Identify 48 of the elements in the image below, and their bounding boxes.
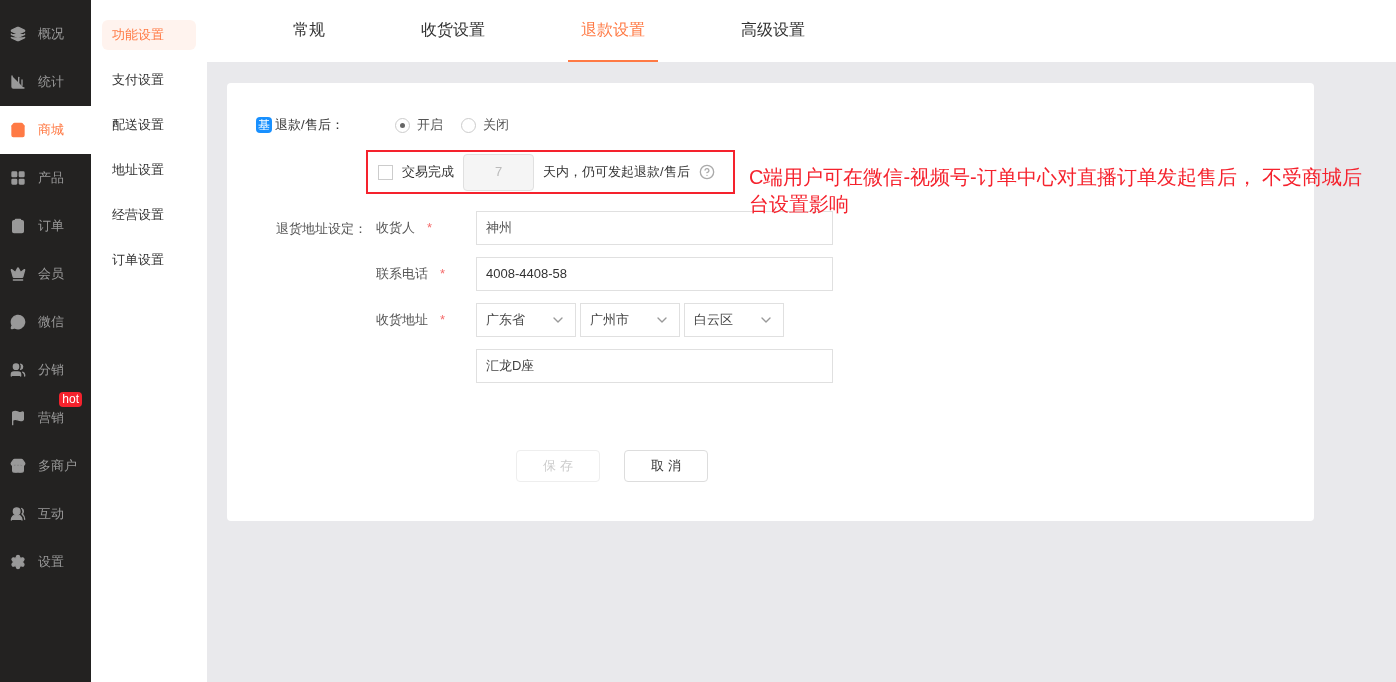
sidebar-item[interactable]: 订单 [0,202,91,250]
help-icon[interactable] [698,164,715,180]
required-mark: * [427,219,433,238]
sidebar-item[interactable]: 多商户 [0,442,91,490]
layers-icon [10,26,26,42]
subnav-item[interactable]: 支付设置 [102,65,196,95]
sidebar-item[interactable]: 设置 [0,538,91,586]
sidebar-item[interactable]: 互动 [0,490,91,538]
sidebar-item[interactable]: 概况 [0,10,91,58]
cancel-button[interactable]: 取 消 [624,450,708,482]
required-mark: * [440,265,446,284]
chat-icon [10,314,26,330]
sidebar-item[interactable]: 营销 [0,407,91,442]
subnav-item[interactable]: 地址设置 [102,155,196,185]
radio-option[interactable]: 关闭 [461,115,509,135]
field-label: 联系电话 [376,265,428,284]
tab[interactable]: 常规 [280,0,338,62]
grid-icon [10,170,26,186]
field-label: 收货人 [376,219,415,238]
phone-field[interactable]: 4008-4408-58 [476,257,833,291]
crown-icon [10,266,26,282]
radio-option[interactable]: 开启 [395,115,443,135]
sidebar-item[interactable]: 统计 [0,58,91,106]
region-select[interactable]: 广州市 [580,303,680,337]
subnav-item[interactable]: 配送设置 [102,110,196,140]
region-select[interactable]: 广东省 [476,303,576,337]
region-select[interactable]: 白云区 [684,303,784,337]
field-label: 收货地址 [376,311,428,330]
tab[interactable]: 高级设置 [728,0,818,62]
tag-badge: 基 [256,117,272,133]
people-icon [10,506,26,522]
flag-icon [10,410,26,426]
sidebar-item[interactable]: 会员 [0,250,91,298]
required-mark: * [440,311,446,330]
days-hint: 天内，仍可发起退款/售后 [543,163,690,182]
section-label: 退货地址设定： [275,220,368,238]
sidebar-item[interactable]: 分销 [0,346,91,394]
hot-badge: hot [59,392,82,407]
users-icon [10,362,26,378]
subnav-item[interactable]: 订单设置 [102,245,196,275]
sidebar-item[interactable]: 产品 [0,154,91,202]
checkbox[interactable] [378,164,393,180]
street-field[interactable]: 汇龙D座 [476,349,833,383]
tab[interactable]: 收货设置 [408,0,498,62]
field-label: 退款/售后： [275,116,345,135]
checkbox-label: 交易完成 [402,163,454,182]
subnav-item[interactable]: 经营设置 [102,200,196,230]
sidebar-item[interactable]: 微信 [0,298,91,346]
